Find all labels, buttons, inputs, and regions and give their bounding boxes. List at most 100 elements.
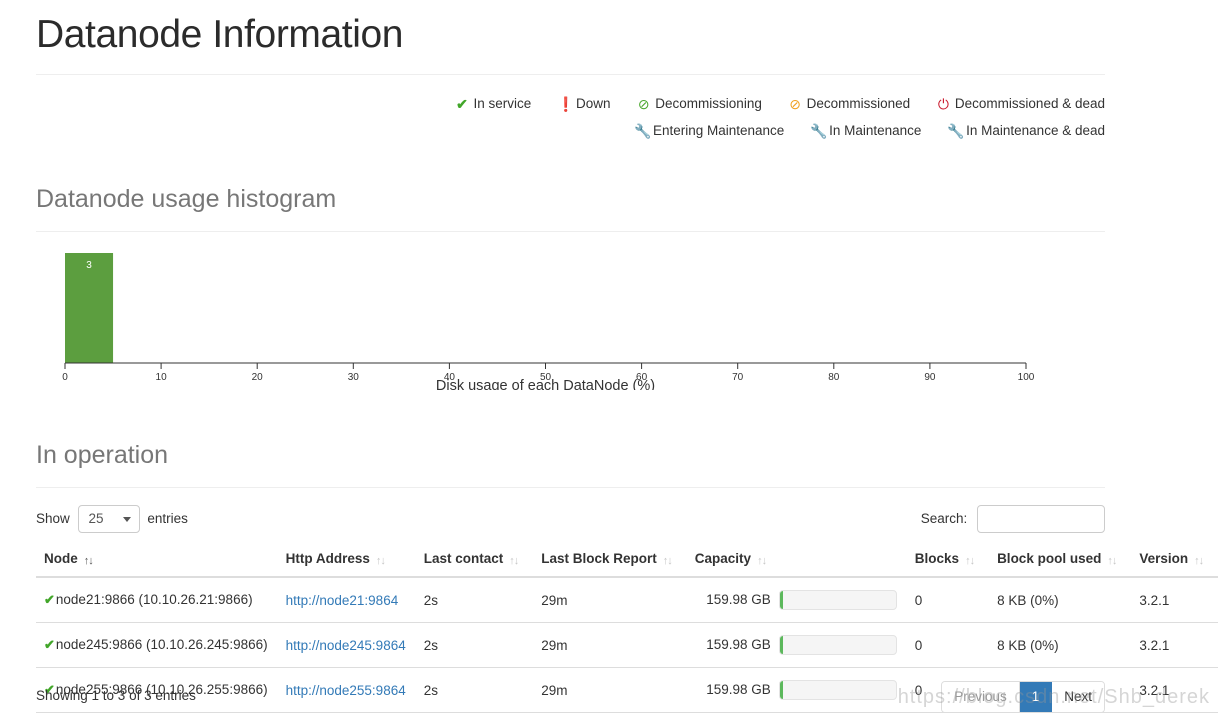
status-legend: ✔ In service ❗ Down ⊘ Decommissioning ⊘ Deco… [36,90,1105,144]
column-label-block-pool-used: Block pool used [997,551,1102,566]
cell-node: ✔node245:9866 (10.10.26.245:9866) [36,622,278,668]
cell-blocks: 0 [906,622,990,668]
cell-last-contact: 2s [415,667,534,713]
check-icon: ✔ [44,592,55,607]
sort-icon-version: ↑↓ [1194,555,1204,567]
table-row: ✔node21:9866 (10.10.26.21:9866) http://no… [36,577,1218,623]
cell-node: ✔node21:9866 (10.10.26.21:9866) [36,577,278,623]
legend-item-decommissioning: ⊘ Decommissioning [636,90,762,117]
legend-item-decommissioned-dead: ⏻ Decommissioned & dead [936,90,1105,117]
wrench-icon: 🔧 [633,123,652,139]
cell-capacity: 159.98 GB [687,577,907,623]
sort-icon-last-block-report: ↑↓ [662,555,673,567]
table-row: ✔node245:9866 (10.10.26.245:9866) http://… [36,622,1219,668]
x-axis-tick-label: 80 [828,372,840,383]
http-address-link[interactable]: http://node245:9864 [286,638,406,653]
page-length-select[interactable]: 25 [77,505,140,534]
ban-icon: ⊘ [637,96,650,112]
capacity-progress-bar [778,635,897,655]
cell-version: 3.2.1 [1131,622,1219,668]
pagination-previous-button[interactable]: Previous [942,682,1020,712]
sort-icon-blocks: ↑↓ [965,555,975,567]
column-header-version[interactable]: Version ↑↓ [1131,543,1219,578]
ban-icon: ⊘ [789,96,801,112]
cell-http-address: http://node21:9864 [278,577,416,623]
exclamation-circle-icon: ❗ [557,96,575,112]
capacity-value: 159.98 GB [706,681,771,697]
table-header-row: Node ↑↓ Http Address ↑↓ Last contact ↑↓ Las… [36,543,1219,578]
column-header-blocks[interactable]: Blocks ↑↓ [906,543,990,578]
capacity-value: 159.98 GB [706,636,771,652]
legend-label-decommissioned: Decommissioned [806,96,911,111]
column-label-version: Version [1139,551,1189,566]
cell-last-contact: 2s [415,622,534,668]
wrench-icon: 🔧 [810,123,828,139]
column-label-last-contact: Last contact [423,551,504,566]
column-header-node[interactable]: Node ↑↓ [36,543,278,578]
check-icon: ✔ [44,637,55,652]
sort-icon-block-pool-used: ↑↓ [1107,555,1117,567]
column-label-capacity: Capacity [694,551,752,566]
datanode-usage-histogram: 3 0 10 20 30 40 50 60 70 80 90 100 Disk usage of eac… [36,240,1105,390]
cell-version: 3.2.1 [1131,667,1219,713]
column-header-capacity[interactable]: Capacity ↑↓ [686,543,907,578]
column-label-last-block-report: Last Block Report [541,551,657,566]
pagination-next-button[interactable]: Next [1052,682,1104,712]
cell-block-pool-used: 8 KB (0%) [997,592,1059,608]
legend-row-2: 🔧 Entering Maintenance 🔧 In Maintenance 🔧 I… [36,117,1105,144]
datanode-information-page: Datanode Information ✔ In service ❗ Down ⊘… [0,0,1220,720]
x-axis-tick-label: 30 [348,372,360,383]
table-search-control: Search: [920,505,1105,534]
legend-label-in-service: In service [473,96,532,111]
histogram-svg: 30 10 20 30 40 50 60 70 80 90 100Disk usage of eac… [62,253,1035,390]
legend-label-entering-maintenance: Entering Maintenance [652,123,785,138]
check-icon: ✔ [456,96,468,112]
x-axis-tick-label: 100 [1018,372,1035,383]
search-label: Search: [920,511,968,526]
x-axis-tick-label: 10 [156,372,168,383]
search-input[interactable] [977,505,1105,534]
http-address-link[interactable]: http://node255:9864 [286,683,406,698]
column-label-blocks: Blocks [914,551,960,566]
legend-item-down: ❗ Down [557,90,611,117]
cell-http-address: http://node255:9864 [277,667,416,713]
cell-capacity: 159.98 GB [686,667,907,713]
capacity-progress-fill [779,591,783,609]
histogram-section-title: Datanode usage histogram [36,185,337,213]
legend-item-in-maintenance-dead: 🔧 In Maintenance & dead [947,117,1105,144]
pagination-page-1-button[interactable]: 1 [1019,682,1053,712]
legend-label-down: Down [576,96,611,111]
legend-item-in-maintenance: 🔧 In Maintenance [810,117,921,144]
legend-item-entering-maintenance: 🔧 Entering Maintenance [634,117,784,144]
sort-icon-http-address: ↑↓ [375,555,386,567]
x-axis-tick-label: 90 [924,372,936,383]
column-header-last-contact[interactable]: Last contact ↑↓ [415,543,534,578]
cell-capacity: 159.98 GB [686,622,907,668]
histogram-bar-label: 3 [86,260,92,271]
table-info: Showing 1 to 3 of 3 entries [36,688,196,703]
legend-item-decommissioned: ⊘ Decommissioned [788,90,911,117]
capacity-progress-fill [779,636,783,654]
table-length-control: Show 25 entries [36,505,188,534]
header-divider [36,74,1105,75]
node-name: node21:9866 (10.10.26.21:9866) [55,592,253,607]
in-operation-divider [36,487,1105,488]
cell-block-pool-used: 8 KB (0%) [989,622,1132,668]
histogram-divider [36,231,1105,232]
x-axis-tick-label: 20 [252,372,264,383]
chevron-down-icon [122,517,131,523]
http-address-link[interactable]: http://node21:9864 [286,593,399,608]
legend-item-in-service: ✔ In service [454,90,531,117]
cell-last-contact: 2s [423,592,438,608]
column-header-last-block-report[interactable]: Last Block Report ↑↓ [533,543,687,578]
legend-label-decommissioned-dead: Decommissioned & dead [954,96,1105,111]
x-axis-title: Disk usage of each DataNode (%) [436,378,655,390]
cell-version: 3.2.1 [1139,592,1170,608]
page-title: Datanode Information [36,13,404,56]
column-header-http-address[interactable]: Http Address ↑↓ [277,543,416,578]
entries-label: entries [147,511,188,526]
capacity-progress-fill [779,681,783,699]
sort-icon-capacity: ↑↓ [757,555,767,567]
node-name: node245:9866 (10.10.26.245:9866) [55,637,268,652]
column-header-block-pool-used[interactable]: Block pool used ↑↓ [989,543,1132,578]
